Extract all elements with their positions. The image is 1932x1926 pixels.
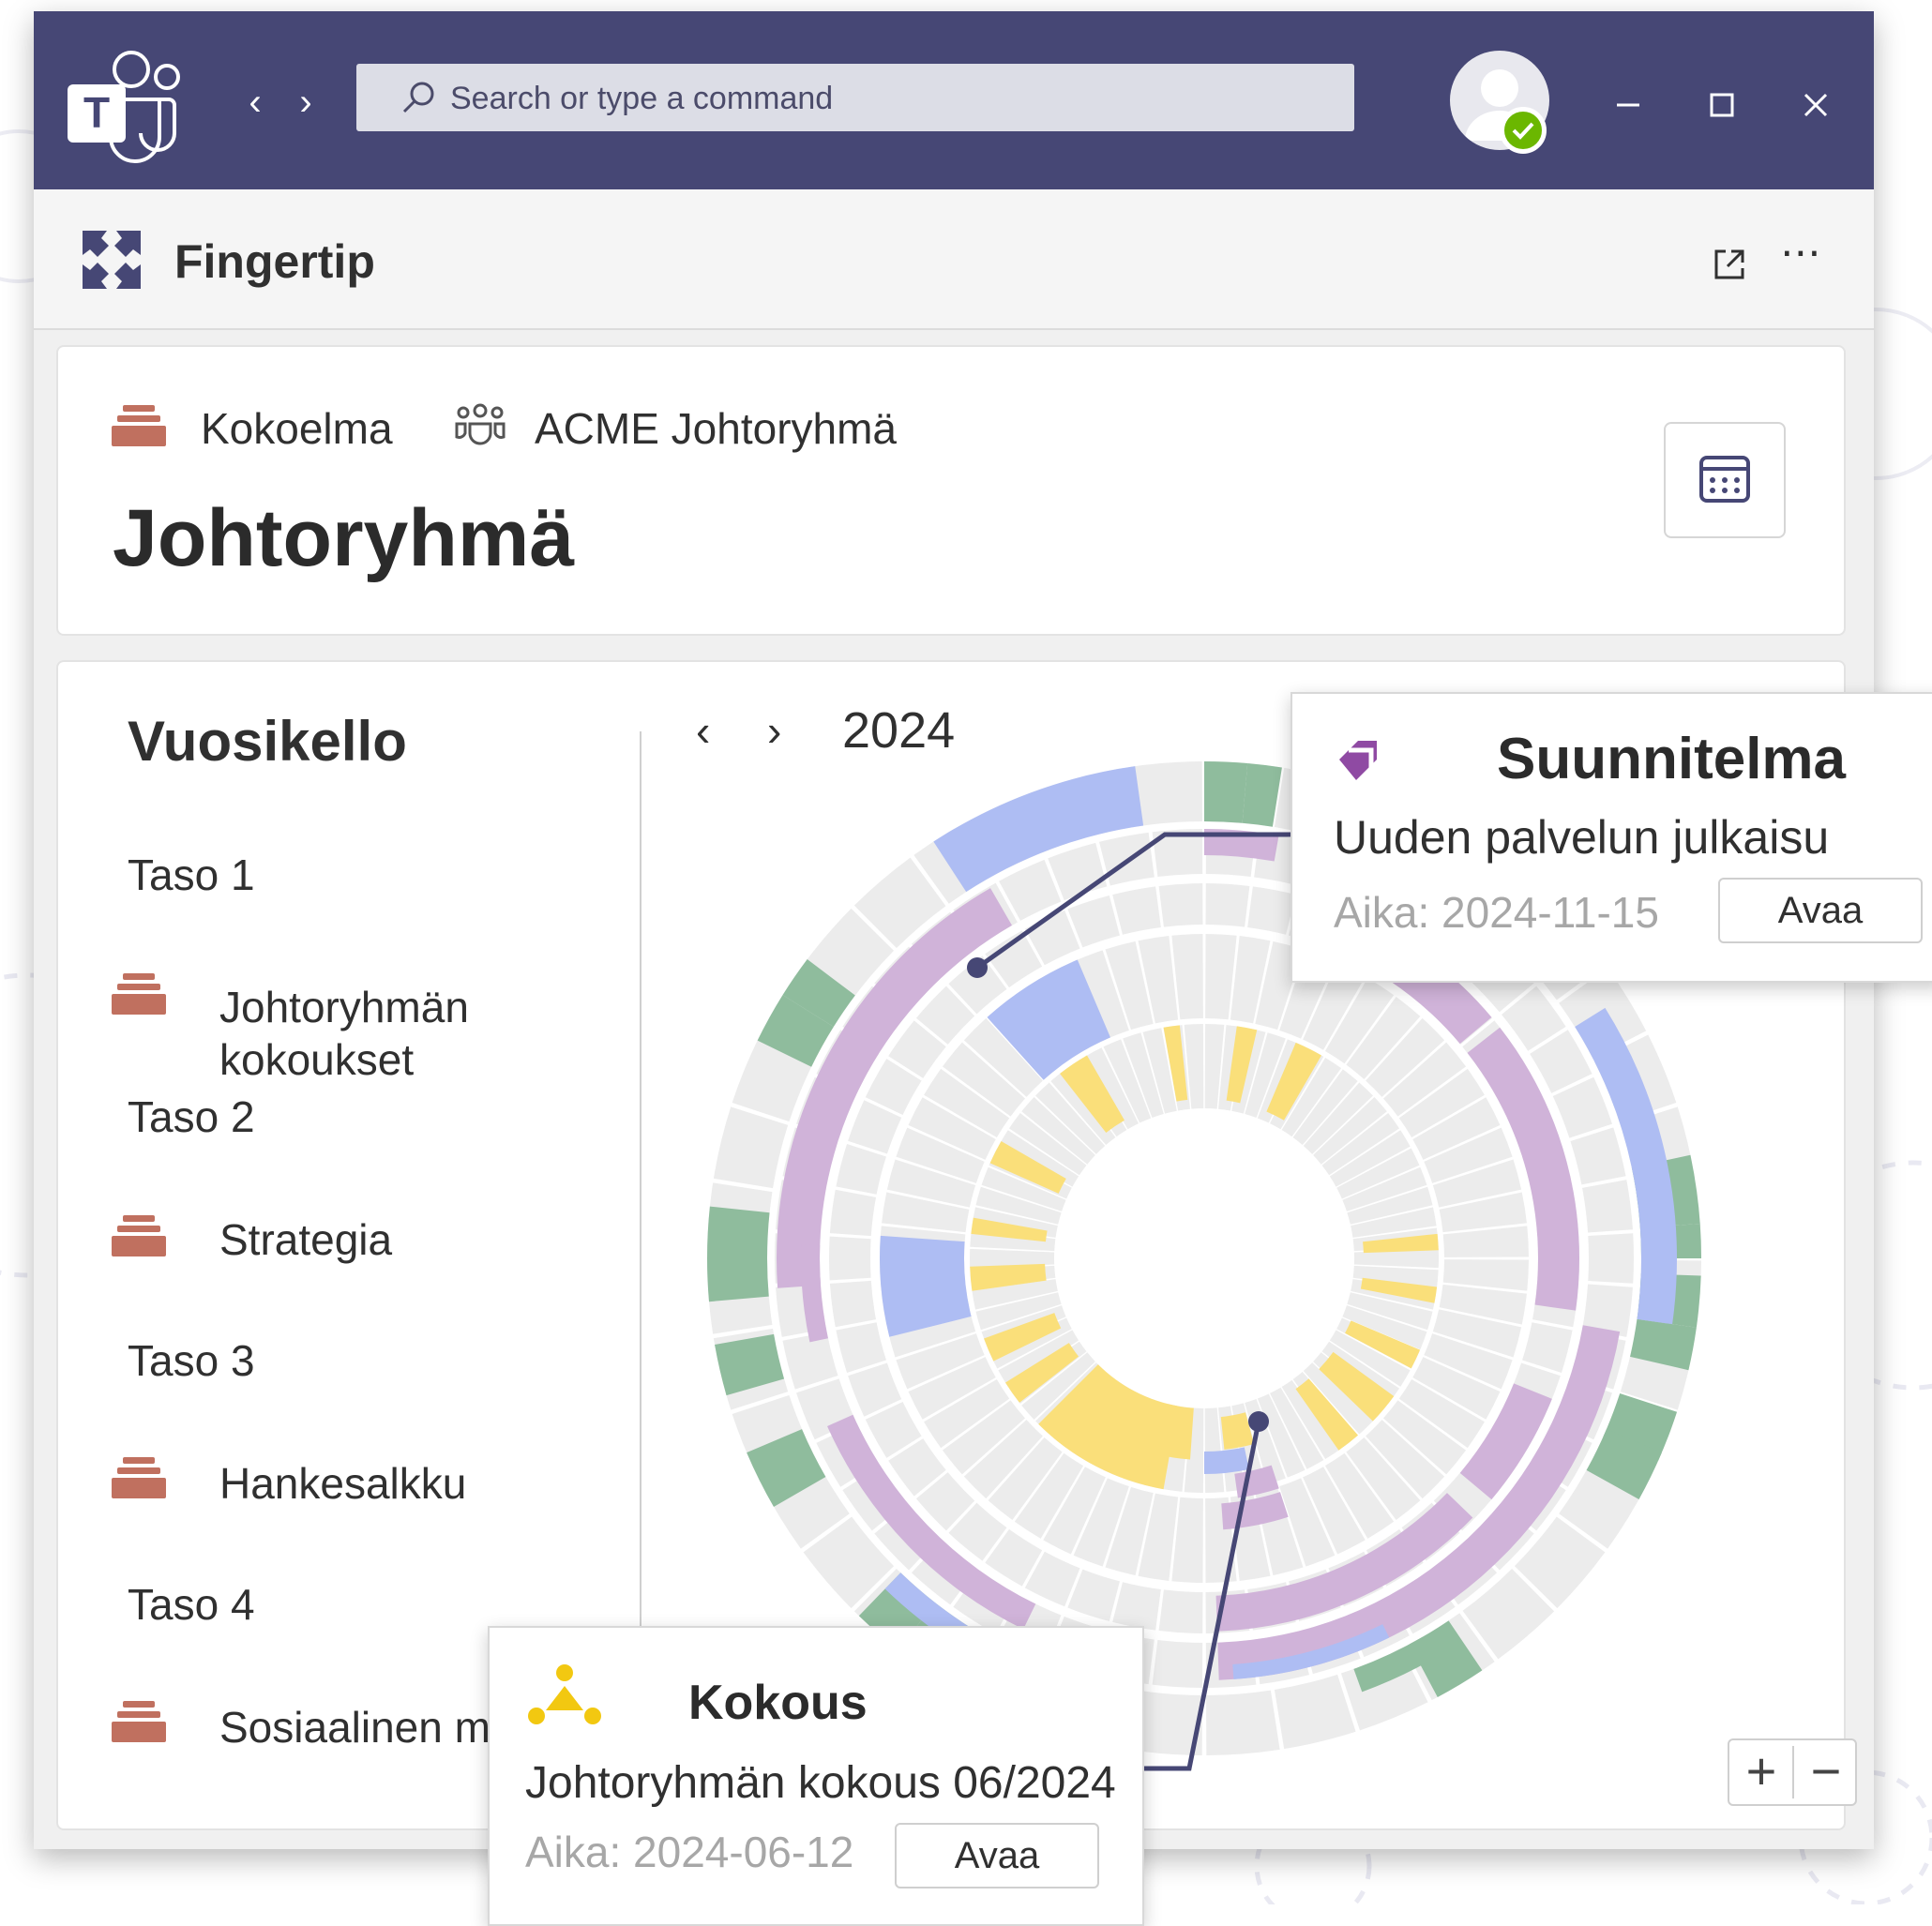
meeting-popup: Kokous Johtoryhmän kokous 06/2024 Aika: …: [488, 1626, 1144, 1926]
track-cell: [1206, 1690, 1280, 1755]
track-cell: [829, 1280, 877, 1328]
previous-year-button[interactable]: ‹: [696, 705, 710, 756]
stack-icon: [112, 1215, 166, 1256]
next-year-button[interactable]: ›: [767, 705, 781, 756]
track-cell: [1158, 1589, 1203, 1633]
level-1-event[interactable]: [707, 1258, 769, 1302]
search-icon: [402, 82, 434, 113]
page-title: Johtoryhmä: [113, 493, 575, 583]
level-label: Taso 2: [128, 1092, 255, 1141]
level-label: Taso 4: [128, 1580, 255, 1629]
year-label: 2024: [842, 702, 956, 759]
plan-arrow-icon: [1339, 741, 1377, 780]
track-cell: [1588, 1233, 1634, 1284]
search-input[interactable]: Search or type a command: [356, 64, 1354, 131]
level-1-event[interactable]: [707, 1206, 770, 1258]
plan-open-button[interactable]: Avaa: [1718, 878, 1923, 943]
track-cell: [829, 1189, 877, 1237]
plan-popup-title: Suunnitelma: [1497, 727, 1847, 791]
plan-popup-name: Uuden palvelun julkaisu: [1334, 811, 1830, 864]
maximize-button[interactable]: [1694, 77, 1750, 133]
app-title: Fingertip: [174, 235, 375, 288]
track-cell: [1582, 1180, 1633, 1233]
calendar-button[interactable]: [1664, 422, 1786, 538]
svg-text:T: T: [83, 88, 110, 137]
stack-icon: [112, 1701, 166, 1742]
meeting-icon: [528, 1664, 601, 1724]
sidebar-divider: [640, 731, 641, 1669]
stack-icon: [112, 1457, 166, 1498]
zoom-controls: + −: [1728, 1738, 1857, 1806]
track-cell: [829, 1236, 871, 1281]
status-badge: [1500, 107, 1547, 154]
breadcrumb-team[interactable]: ACME Johtoryhmä: [535, 403, 897, 454]
track-cell: [1158, 883, 1203, 927]
level-1-event[interactable]: [1204, 761, 1248, 823]
teams-logo-icon: T: [68, 51, 180, 163]
more-options-icon[interactable]: ⋯: [1780, 233, 1827, 274]
meeting-open-button[interactable]: Avaa: [895, 1823, 1099, 1888]
header-card: Kokoelma ACME Johtoryhmä Johtoryhmä: [56, 345, 1846, 636]
minimize-button[interactable]: [1600, 77, 1656, 133]
sidebar-item-level-3[interactable]: Hankesalkku: [219, 1457, 466, 1510]
sidebar-item-level-1[interactable]: Johtoryhmän kokoukset: [219, 981, 501, 1086]
title-bar: T ‹ › Search or type a command: [34, 11, 1874, 189]
track-cell: [1152, 1639, 1203, 1688]
popout-icon[interactable]: [1711, 246, 1748, 283]
level-label: Taso 1: [128, 850, 255, 899]
meeting-popup-date: Aika: 2024-06-12: [525, 1828, 854, 1876]
back-button[interactable]: ‹: [234, 79, 276, 126]
sidebar-item-level-2[interactable]: Strategia: [219, 1213, 392, 1266]
zoom-in-button[interactable]: +: [1729, 1740, 1793, 1804]
level-label: Taso 3: [128, 1336, 255, 1385]
stack-icon: [112, 973, 166, 1015]
plan-popup-date: Aika: 2024-11-15: [1334, 888, 1659, 937]
teams-window: T ‹ › Search or type a command Fingertip…: [34, 11, 1932, 1926]
fingertip-logo-icon: [83, 231, 141, 289]
plan-marker-dot[interactable]: [967, 957, 988, 978]
forward-button[interactable]: ›: [285, 79, 326, 126]
search-placeholder: Search or type a command: [450, 81, 834, 116]
zoom-out-button[interactable]: −: [1794, 1740, 1858, 1804]
track-cell: [1205, 883, 1250, 927]
app-header: Fingertip ⋯: [34, 189, 1874, 330]
calendar-icon: [1699, 456, 1750, 503]
plan-popup: Suunnitelma Uuden palvelun julkaisu Aika…: [1291, 692, 1932, 983]
sidebar-item-level-4[interactable]: Sosiaalinen m: [219, 1701, 491, 1753]
meeting-popup-name: Johtoryhmän kokous 06/2024: [525, 1758, 1116, 1808]
checkmark-icon: [1512, 122, 1534, 140]
meeting-popup-title: Kokous: [688, 1676, 868, 1730]
collection-stack-icon: [112, 405, 166, 446]
sidebar-title: Vuosikello: [128, 710, 407, 773]
close-button[interactable]: [1788, 77, 1844, 133]
breadcrumb-collection[interactable]: Kokoelma: [201, 403, 393, 454]
team-icon: [455, 403, 506, 445]
meeting-marker-dot[interactable]: [1248, 1411, 1269, 1432]
